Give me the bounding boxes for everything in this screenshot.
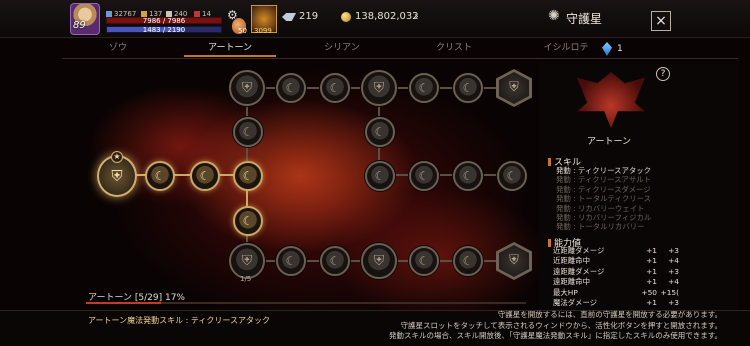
node-moon[interactable]: ☾ [233, 161, 263, 191]
node-moon[interactable]: ☾ [365, 161, 395, 191]
stat-row: 近距離命中 +1 +4 [553, 256, 679, 266]
tab-divider [62, 58, 738, 59]
moon-icon: ☾ [329, 254, 341, 268]
tab-crist[interactable]: クリスト [398, 38, 510, 58]
moon-icon: ☾ [154, 169, 166, 183]
node-moon[interactable]: ☾ [190, 161, 220, 191]
shield-icon: ⛨ [373, 253, 385, 269]
constellation-name: アートーン [586, 137, 631, 147]
node-moon[interactable]: ☾ [276, 246, 306, 276]
node-moon[interactable]: ☾ [233, 117, 263, 147]
page-title: 守護星 [566, 12, 603, 26]
gold-amount: 138,802,032 [355, 11, 419, 22]
moon-icon: ☾ [506, 169, 518, 183]
help-button[interactable]: ? [656, 67, 670, 81]
skill-entry: 発動 : ティクリースアサルト [556, 175, 652, 185]
moon-icon: ☾ [418, 254, 430, 268]
crystal-amount: 219 [299, 11, 319, 22]
star-icon: ★ [111, 151, 123, 163]
gem-count: 1 [617, 44, 623, 54]
stat-row: 近距離ダメージ +1 +3 [553, 246, 679, 255]
node-shield[interactable]: ⛨ [361, 243, 397, 279]
moon-icon: ☾ [242, 169, 254, 183]
help-text: 守護星を開放するには、直前の守護星を開放する必要があります。 守護星スロットをタ… [380, 310, 722, 342]
node-moon[interactable]: ☾ [409, 73, 439, 103]
node-shield[interactable]: ⛨ [229, 243, 265, 279]
close-button[interactable]: × [651, 11, 671, 31]
node-moon[interactable]: ☾ [145, 161, 175, 191]
node-shield[interactable]: ⛨ [361, 70, 397, 106]
node-moon[interactable]: ☾ [497, 161, 527, 191]
node-moon[interactable]: ☾ [320, 246, 350, 276]
hp-bar: 7986 / 7986 [106, 17, 222, 25]
tab-zou[interactable]: ゾウ [62, 38, 174, 58]
node-moon[interactable]: ☾ [453, 246, 483, 276]
help-text-line: 守護星スロットをタッチして表示されるウィンドウから、活性化ボタンを押すと開放され… [400, 320, 722, 330]
tab-sirian[interactable]: シリアン [286, 38, 398, 58]
mp-text: 1483 / 2190 [142, 26, 186, 34]
moon-icon: ☾ [242, 125, 254, 139]
moon-icon: ☾ [199, 169, 211, 183]
tab-artone[interactable]: アートーン [174, 38, 286, 58]
node-moon[interactable]: ☾ [453, 161, 483, 191]
moon-icon: ☾ [418, 169, 430, 183]
moon-icon: ☾ [418, 81, 430, 95]
constellation-progress-bar [86, 302, 526, 304]
hp-text: 7986 / 7986 [142, 17, 186, 25]
shield-icon: ⛨ [241, 253, 253, 269]
node-moon[interactable]: ☾ [409, 161, 439, 191]
help-text-line: 守護星を開放するには、直前の守護星を開放する必要があります。 [497, 310, 722, 319]
potion-count: 50 [238, 27, 247, 35]
skill-entry: 発動 : トータルリカバリー [556, 222, 645, 232]
constellation-progress-fill [86, 302, 161, 304]
moon-icon: ☾ [374, 125, 386, 139]
node-moon[interactable]: ☾ [320, 73, 350, 103]
moon-icon: ☾ [462, 81, 474, 95]
chevron-right-icon[interactable]: › [414, 9, 419, 23]
moon-icon: ☾ [374, 169, 386, 183]
skill-entry: 発動 : ティクリースダメージ [556, 184, 651, 194]
skill-node-icon: ⛨ [499, 245, 529, 277]
help-text-line: 発動スキルの場合、スキル開放後、「守護星魔法発動スキル」に指定したスキルのみ使用… [389, 331, 722, 340]
stat-list: 近距離ダメージ +1 +3 近距離命中 +1 +4 遠距離ダメージ +1 +3 遠距離命中 +… [553, 246, 683, 308]
link-mid-right-row [378, 174, 514, 176]
skill-node-icon: ⛨ [499, 72, 529, 104]
skill-entry: 発動 : トータルティクリース [556, 194, 652, 204]
skill-entry: 発動 : ティクリースアタック [556, 166, 652, 175]
moon-icon: ☾ [462, 254, 474, 268]
shield-icon: ⛨ [373, 80, 385, 96]
stat-row: 遠距離ダメージ +1 +3 [553, 266, 679, 276]
moon-icon: ☾ [242, 214, 254, 228]
active-magic-skill-label: アートーン魔法発動スキル : ティクリースアタック [88, 316, 271, 325]
stat-row: 魔法ダメージ +1 +3 [553, 298, 679, 308]
moon-icon: ☾ [285, 81, 297, 95]
mp-bar: 1483 / 2190 [106, 26, 222, 34]
stat-row: 遠距離命中 +1 +4 [553, 277, 679, 287]
skill-entry: 発動 : リカバリーウェイト [556, 203, 645, 213]
node-moon[interactable]: ☾ [276, 73, 306, 103]
gold-coin-icon [341, 12, 351, 22]
node-moon[interactable]: ☾ [453, 73, 483, 103]
guardian-star-icon: ✺ [548, 8, 560, 24]
node-progress-count: 1/5 [240, 275, 252, 283]
moon-icon: ☾ [462, 169, 474, 183]
skill-entry: 発動 : リカバリーフィジカル [556, 213, 652, 223]
skill-list: 発動 : ティクリースアタック 発動 : ティクリースアサルト 発動 : ティク… [556, 166, 696, 232]
moon-icon: ☾ [285, 254, 297, 268]
node-shield[interactable]: ⛨ [229, 70, 265, 106]
node-moon[interactable]: ☾ [365, 117, 395, 147]
tab-bar: ゾウ アートーン シリアン クリスト イシルロテ [62, 38, 622, 58]
stat-row: 最大HP +50 +15( [553, 287, 679, 297]
node-moon[interactable]: ☾ [233, 206, 263, 236]
node-moon[interactable]: ☾ [409, 246, 439, 276]
moon-icon: ☾ [329, 81, 341, 95]
shield-icon: ⛨ [241, 80, 253, 96]
player-level: 89 [73, 20, 86, 31]
quick-skill-count: 3099 [254, 27, 272, 35]
